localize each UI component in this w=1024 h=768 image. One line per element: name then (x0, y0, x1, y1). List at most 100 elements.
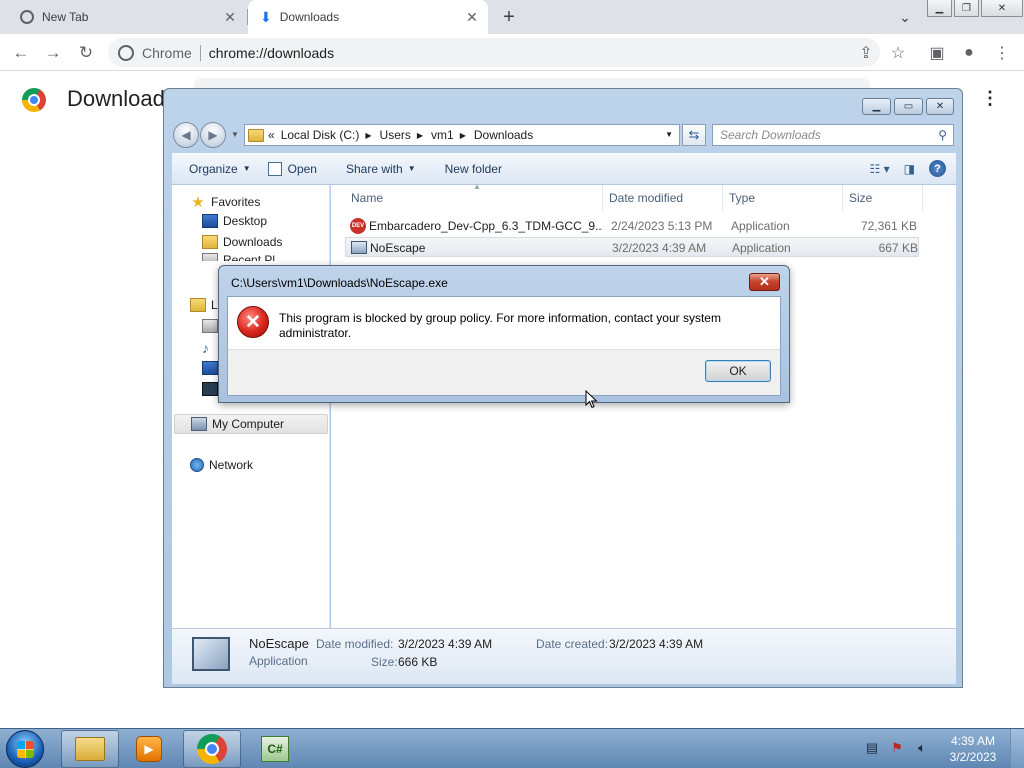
tab-title: Downloads (279, 10, 340, 24)
nav-network[interactable]: Network (190, 458, 253, 472)
minimize-button[interactable]: ▁ (927, 0, 952, 17)
close-tab-icon[interactable]: ✕ (462, 7, 482, 27)
recent-locations-chevron-icon[interactable]: ▼ (231, 130, 239, 139)
dialog-close-button[interactable]: ✕ (749, 273, 780, 291)
downloads-folder-icon (202, 235, 218, 249)
taskbar-chrome[interactable] (183, 730, 241, 768)
column-header-name[interactable]: ▲ Name (345, 182, 603, 211)
minimize-button[interactable]: ▁ (862, 98, 891, 115)
refresh-icon[interactable]: ⇆ (682, 124, 706, 146)
breadcrumb-arrow-icon[interactable]: ▶ (460, 131, 466, 140)
restore-button[interactable]: ❐ (954, 0, 979, 17)
new-folder-button[interactable]: New folder (445, 162, 502, 176)
open-button[interactable]: Open (267, 161, 317, 176)
downloads-menu-icon[interactable]: ⋮ (980, 88, 1000, 112)
file-name: Embarcadero_Dev-Cpp_6.3_TDM-GCC_9.... (369, 219, 603, 233)
nav-libraries[interactable]: L (190, 298, 218, 312)
open-program-icon (267, 161, 282, 176)
share-icon[interactable]: ⇪ (855, 42, 877, 64)
reload-button[interactable]: ↻ (75, 42, 97, 64)
network-tray-icon[interactable]: ▤ (864, 740, 880, 756)
forward-button[interactable]: → (42, 42, 64, 64)
view-controls: ☷ ▾ ◨ ? (870, 160, 946, 177)
clock-date: 3/2/2023 (949, 750, 997, 764)
overflow-chevron[interactable]: « (268, 128, 275, 142)
column-header-date[interactable]: Date modified (603, 185, 723, 211)
new-tab-button[interactable]: + (498, 6, 520, 28)
help-icon[interactable]: ? (929, 160, 946, 177)
tab-downloads[interactable]: ⬇ Downloads ✕ (248, 0, 488, 34)
file-list: ▲ Name Date modified Type Size DEV Embar… (331, 182, 956, 628)
preview-pane-icon[interactable]: ◨ (904, 162, 915, 176)
window-controls: ▁ ❐ ✕ (927, 0, 1023, 17)
explorer-icon (75, 737, 105, 761)
maximize-button[interactable]: ▭ (894, 98, 923, 115)
error-icon: ✕ (237, 306, 269, 338)
taskbar-media-player[interactable]: ▶ (120, 730, 178, 768)
column-header-size[interactable]: Size (843, 185, 923, 211)
nav-my-computer[interactable]: My Computer (174, 414, 328, 434)
close-window-button[interactable]: ✕ (981, 0, 1023, 17)
bookmark-star-icon[interactable]: ☆ (887, 42, 909, 64)
tab-new-tab[interactable]: New Tab ✕ (8, 0, 246, 34)
ok-button[interactable]: OK (705, 360, 771, 382)
side-panel-icon[interactable]: ▣ (926, 42, 948, 64)
close-tab-icon[interactable]: ✕ (220, 7, 240, 27)
view-options-icon[interactable]: ☷ ▾ (870, 162, 890, 176)
chrome-logo-icon (22, 88, 46, 112)
sort-ascending-icon: ▲ (473, 182, 481, 191)
share-with-button[interactable]: Share with ▼ (346, 162, 416, 176)
action-center-flag-icon[interactable]: ⚑ (889, 740, 905, 756)
nav-label: Favorites (211, 195, 261, 209)
explorer-search-input[interactable]: Search Downloads ⚲ (712, 124, 954, 146)
back-button[interactable]: ← (10, 42, 32, 64)
detail-date-created: 3/2/2023 4:39 AM (609, 637, 704, 651)
new-folder-label: New folder (444, 161, 502, 176)
application-large-icon (192, 637, 230, 671)
back-arrow-icon[interactable]: ◀ (173, 122, 199, 148)
search-icon[interactable]: ⚲ (938, 128, 947, 142)
organize-button[interactable]: Organize ▼ (189, 162, 251, 176)
chrome-menu-icon[interactable]: ⋮ (991, 42, 1013, 64)
file-row-selected[interactable]: NoEscape 3/2/2023 4:39 AM Application 66… (345, 237, 919, 257)
close-button[interactable]: ✕ (926, 98, 954, 115)
profile-avatar-icon[interactable]: ● (958, 42, 980, 64)
nav-recent-places[interactable]: Recent Pl (202, 253, 275, 261)
file-type: Application (731, 219, 790, 233)
pictures-icon (202, 361, 218, 375)
start-button[interactable] (6, 730, 44, 768)
clock-time: 4:39 AM (950, 734, 996, 748)
breadcrumb-users[interactable]: Users (380, 128, 411, 142)
system-clock[interactable]: 4:39 AM 3/2/2023 (945, 733, 1001, 765)
omnibox-divider (199, 44, 201, 61)
breadcrumb-downloads[interactable]: Downloads (474, 128, 533, 142)
breadcrumb-arrow-icon[interactable]: ▶ (365, 131, 371, 140)
documents-icon (202, 319, 218, 333)
show-desktop-button[interactable] (1010, 729, 1024, 768)
forward-arrow-icon[interactable]: ▶ (200, 122, 226, 148)
taskbar-explorer[interactable] (61, 730, 119, 768)
breadcrumb-vm1[interactable]: vm1 (431, 128, 454, 142)
nav-label: L (211, 298, 218, 312)
column-header-type[interactable]: Type (723, 185, 843, 211)
music-note-icon: ♪ (202, 340, 209, 356)
nav-label: Downloads (223, 235, 283, 249)
address-dropdown-icon[interactable]: ▼ (665, 130, 673, 139)
search-placeholder: Search Downloads (720, 128, 821, 142)
taskbar-csharp[interactable]: C# (246, 730, 304, 768)
tab-search-chevron-icon[interactable]: ⌄ (895, 7, 915, 27)
nav-desktop[interactable]: Desktop (202, 214, 267, 228)
breadcrumb-local-disk[interactable]: Local Disk (C:) (281, 128, 360, 142)
address-bar[interactable]: Chrome chrome://downloads (108, 38, 880, 67)
nav-favorites[interactable]: ★ Favorites (190, 193, 260, 211)
file-row[interactable]: DEV Embarcadero_Dev-Cpp_6.3_TDM-GCC_9...… (345, 216, 919, 236)
file-type: Application (732, 241, 791, 255)
detail-file-name: NoEscape (249, 636, 309, 651)
breadcrumb-arrow-icon[interactable]: ▶ (417, 131, 423, 140)
file-name: NoEscape (370, 241, 426, 255)
nav-downloads[interactable]: Downloads (202, 235, 282, 249)
dropdown-arrow-icon: ▼ (407, 164, 416, 173)
explorer-address-bar[interactable]: « Local Disk (C:) ▶ Users ▶ vm1 ▶ Downlo… (244, 124, 680, 146)
detail-size-label: Size: (371, 655, 398, 669)
volume-icon[interactable]: 🔈︎ (914, 740, 930, 756)
